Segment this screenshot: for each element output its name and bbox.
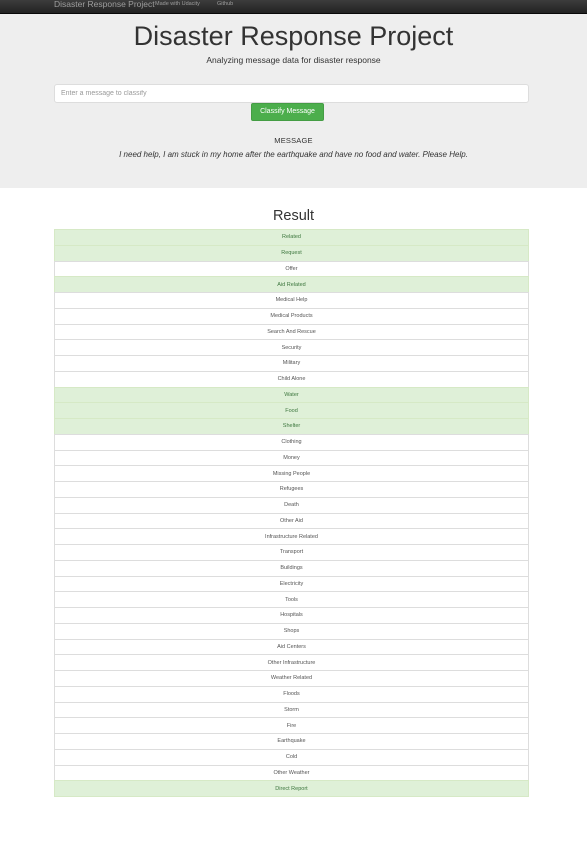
result-item-clothing: Clothing xyxy=(54,433,529,451)
nav-link-github[interactable]: Github xyxy=(217,1,233,8)
result-item-food: Food xyxy=(54,402,529,419)
result-item-infrastructure-related: Infrastructure Related xyxy=(54,528,529,545)
result-item-tools: Tools xyxy=(54,591,529,608)
result-item-weather-related: Weather Related xyxy=(54,670,529,687)
result-item-medical-help: Medical Help xyxy=(54,292,529,309)
page-title: Disaster Response Project xyxy=(133,21,454,51)
result-item-aid-centers: Aid Centers xyxy=(54,638,529,656)
result-item-other-weather: Other Weather xyxy=(54,764,529,782)
result-item-military: Military xyxy=(54,355,529,372)
result-item-missing-people: Missing People xyxy=(54,465,529,482)
result-item-security: Security xyxy=(54,339,529,356)
classify-message-button[interactable]: Classify Message xyxy=(251,103,324,121)
result-item-shops: Shops xyxy=(54,622,529,640)
result-item-related: Related xyxy=(54,229,529,246)
result-item-floods: Floods xyxy=(54,685,529,703)
page-subtitle: Analyzing message data for disaster resp… xyxy=(206,55,381,65)
result-item-other-aid: Other Aid xyxy=(54,512,529,530)
result-item-death: Death xyxy=(54,496,529,514)
result-list: Related Request Offer Aid Related Medical He… xyxy=(54,229,529,797)
result-item-refugees: Refugees xyxy=(54,481,529,498)
result-item-electricity: Electricity xyxy=(54,575,529,593)
result-item-buildings: Buildings xyxy=(54,559,529,577)
message-text: I need help, I am stuck in my home after… xyxy=(119,150,468,159)
result-item-medical-products: Medical Products xyxy=(54,307,529,325)
result-item-offer: Offer xyxy=(54,260,529,278)
result-item-cold: Cold xyxy=(54,748,529,766)
navbar: Disaster Response Project Made with Udac… xyxy=(0,0,587,14)
result-item-other-infrastructure: Other Infrastructure xyxy=(54,654,529,671)
nav-link-udacity[interactable]: Made with Udacity xyxy=(155,1,200,8)
result-item-earthquake: Earthquake xyxy=(54,733,529,750)
jumbotron: Disaster Response Project Analyzing mess… xyxy=(0,14,587,188)
result-item-hospitals: Hospitals xyxy=(54,607,529,624)
navbar-brand[interactable]: Disaster Response Project xyxy=(54,0,155,9)
result-item-storm: Storm xyxy=(54,701,529,719)
result-item-money: Money xyxy=(54,449,529,467)
result-item-request: Request xyxy=(54,244,529,262)
result-item-search-and-rescue: Search And Rescue xyxy=(54,323,529,341)
result-item-transport: Transport xyxy=(54,544,529,561)
message-input[interactable] xyxy=(54,84,529,103)
result-item-shelter: Shelter xyxy=(54,418,529,435)
result-title: Result xyxy=(272,208,315,224)
result-item-aid-related: Aid Related xyxy=(54,276,529,293)
result-item-fire: Fire xyxy=(54,717,529,734)
message-label: MESSAGE xyxy=(274,136,313,145)
result-item-direct-report: Direct Report xyxy=(54,780,529,797)
result-item-water: Water xyxy=(54,386,529,404)
result-item-child-alone: Child Alone xyxy=(54,370,529,388)
